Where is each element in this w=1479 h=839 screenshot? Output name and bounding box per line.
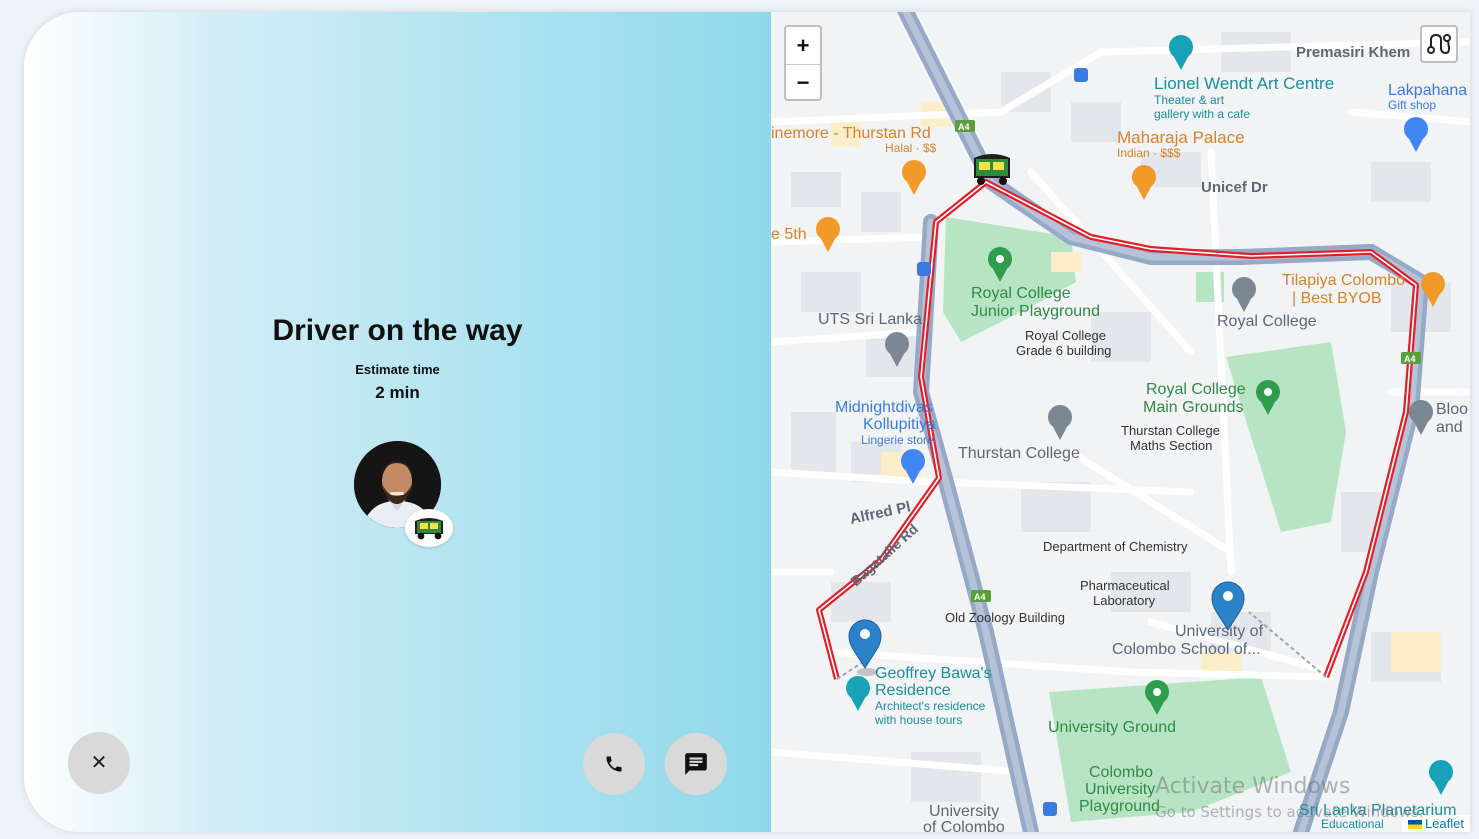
restaurant-pin-icon	[902, 160, 926, 195]
svg-text:Geoffrey Bawa's: Geoffrey Bawa's	[875, 665, 992, 682]
zoom-in-button[interactable]: +	[786, 27, 820, 65]
svg-text:Colombo School of...: Colombo School of...	[1112, 641, 1261, 658]
restaurant-pin-icon	[816, 217, 840, 252]
svg-text:Grade 6 building: Grade 6 building	[1016, 343, 1111, 358]
svg-text:University: University	[929, 803, 999, 820]
svg-text:Tilapiya Colombo: Tilapiya Colombo	[1282, 272, 1405, 289]
svg-text:Royal College: Royal College	[1217, 313, 1317, 330]
message-driver-button[interactable]	[665, 733, 727, 795]
bus-stop-icon	[917, 262, 931, 276]
call-driver-button[interactable]	[583, 733, 645, 795]
page-title: Driver on the way	[272, 314, 523, 347]
driver-profile[interactable]	[354, 441, 456, 551]
svg-text:Lingerie store: Lingerie store	[861, 433, 934, 447]
phone-icon	[606, 756, 622, 772]
trip-status-panel: Driver on the way Estimate time 2 min ✕	[24, 12, 771, 832]
landmark-pin-icon	[1429, 760, 1453, 795]
estimate-time-value: 2 min	[375, 383, 420, 402]
svg-text:UTS Sri Lanka: UTS Sri Lanka	[818, 311, 922, 328]
svg-text:Residence: Residence	[875, 682, 951, 699]
svg-text:Junior Playground: Junior Playground	[971, 303, 1100, 320]
estimate-time-label: Estimate time	[355, 362, 440, 377]
svg-text:Main Grounds: Main Grounds	[1143, 399, 1244, 416]
svg-text:Pharmaceutical: Pharmaceutical	[1080, 578, 1170, 593]
svg-text:inemore - Thurstan Rd: inemore - Thurstan Rd	[771, 125, 931, 142]
route-icon	[1427, 33, 1451, 55]
svg-text:Lakpahana: Lakpahana	[1388, 82, 1467, 99]
svg-text:Unicef Dr: Unicef Dr	[1201, 179, 1268, 196]
svg-text:A4: A4	[958, 122, 970, 132]
svg-text:with house tours: with house tours	[874, 713, 962, 727]
svg-text:Thurstan College: Thurstan College	[1121, 423, 1220, 438]
landmark-pin-icon	[846, 676, 870, 711]
tuk-tuk-icon	[405, 509, 453, 547]
svg-text:Maths Section: Maths Section	[1130, 438, 1212, 453]
svg-text:Premasiri Khem: Premasiri Khem	[1296, 44, 1410, 61]
cancel-ride-button[interactable]: ✕	[68, 732, 130, 794]
svg-text:Maharaja Palace: Maharaja Palace	[1117, 128, 1245, 147]
zoom-control: + −	[784, 25, 822, 101]
svg-text:e 5th: e 5th	[771, 226, 807, 243]
svg-text:Royal College: Royal College	[1025, 328, 1106, 343]
ride-status-card: Driver on the way Estimate time 2 min ✕ …	[24, 12, 1470, 832]
svg-text:Colombo: Colombo	[1089, 764, 1153, 781]
map-attribution: Leaflet	[1401, 815, 1470, 832]
svg-text:Department of Chemistry: Department of Chemistry	[1043, 539, 1188, 554]
leaflet-link[interactable]: Leaflet	[1425, 816, 1464, 831]
svg-text:Educational: Educational	[1321, 817, 1384, 831]
svg-text:and: and	[1436, 419, 1463, 436]
svg-text:Halal · $$: Halal · $$	[885, 141, 937, 155]
svg-text:University of: University of	[1175, 623, 1264, 640]
park-area	[1226, 342, 1346, 532]
svg-text:Kollupitiya: Kollupitiya	[863, 416, 936, 433]
svg-text:Indian · $$$: Indian · $$$	[1117, 146, 1181, 160]
svg-text:Laboratory: Laboratory	[1093, 593, 1156, 608]
restaurant-pin-icon	[1132, 165, 1156, 200]
svg-text:University Ground: University Ground	[1048, 719, 1176, 736]
close-icon: ✕	[90, 752, 108, 774]
svg-text:Theater & art: Theater & art	[1154, 93, 1225, 107]
school-pin-icon	[1232, 277, 1256, 312]
svg-text:Playground: Playground	[1079, 798, 1160, 815]
ukraine-flag-icon	[1407, 820, 1422, 830]
svg-text:gallery with a cafe: gallery with a cafe	[1154, 107, 1250, 121]
map-view[interactable]: A4 A4 A4 Premasiri Khem Lionel Wendt Art…	[771, 12, 1470, 832]
shop-pin-icon	[1404, 117, 1428, 152]
svg-text:A4: A4	[1404, 354, 1416, 364]
svg-text:Thurstan College: Thurstan College	[958, 445, 1080, 462]
svg-text:A4: A4	[974, 592, 986, 602]
svg-text:Royal College: Royal College	[1146, 381, 1246, 398]
svg-text:of Colombo: of Colombo	[923, 819, 1005, 832]
svg-text:Midnightdivas: Midnightdivas	[835, 399, 933, 416]
svg-text:Bagatalle Rd: Bagatalle Rd	[847, 521, 921, 590]
svg-text:Bloo: Bloo	[1436, 401, 1468, 418]
svg-text:Architect's residence: Architect's residence	[875, 699, 986, 713]
bus-stop-icon	[1074, 68, 1088, 82]
chat-icon	[685, 753, 707, 775]
svg-text:Alfred Pl: Alfred Pl	[848, 498, 912, 527]
bus-stop-icon	[1043, 802, 1057, 816]
svg-text:Royal College: Royal College	[971, 285, 1071, 302]
svg-text:| Best BYOB: | Best BYOB	[1292, 290, 1382, 307]
route-toggle-button[interactable]	[1420, 25, 1458, 63]
zoom-out-button[interactable]: −	[786, 65, 820, 101]
school-pin-icon	[1048, 405, 1072, 440]
art-pin-icon	[1169, 35, 1193, 70]
svg-text:Old Zoology Building: Old Zoology Building	[945, 610, 1065, 625]
svg-text:University: University	[1085, 781, 1155, 798]
svg-text:Lionel Wendt Art Centre: Lionel Wendt Art Centre	[1154, 74, 1334, 93]
svg-text:Gift shop: Gift shop	[1388, 98, 1436, 112]
